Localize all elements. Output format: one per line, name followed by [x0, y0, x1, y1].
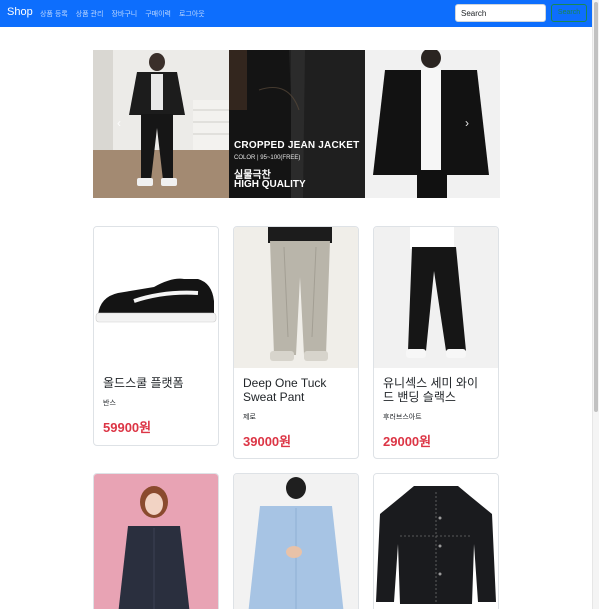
carousel-caption-title: CROPPED JEAN JACKET: [234, 140, 360, 151]
search-input[interactable]: [455, 4, 546, 22]
carousel-image-1: [93, 50, 229, 198]
product-image[interactable]: [374, 474, 498, 609]
product-image[interactable]: [94, 474, 218, 609]
product-image[interactable]: [234, 474, 358, 609]
nav-link-cart[interactable]: 장바구니: [111, 9, 137, 19]
product-card[interactable]: Deep One Tuck Sweat Pant 제로 39000원: [233, 226, 359, 459]
product-price: 39000원: [243, 434, 292, 449]
product-name[interactable]: 유니섹스 세미 와이드 밴딩 슬랙스: [383, 376, 489, 404]
product-brand: 후러브스아트: [383, 414, 422, 421]
search-button[interactable]: Search: [551, 4, 587, 22]
nav-link-purchase-history[interactable]: 구매이력: [145, 9, 171, 19]
product-card[interactable]: [373, 473, 499, 609]
product-name[interactable]: Deep One Tuck Sweat Pant: [243, 376, 349, 404]
scrollbar-thumb[interactable]: [594, 2, 598, 412]
nav-links: 상품 등록 상품 관리 장바구니 구매이력 로그아웃: [40, 9, 205, 19]
carousel-caption-subtitle: COLOR | 95~100(FREE): [234, 155, 301, 161]
product-image[interactable]: [374, 227, 498, 368]
product-image[interactable]: [94, 227, 218, 368]
product-brand: 반스: [103, 400, 116, 407]
navbar: Shop 상품 등록 상품 관리 장바구니 구매이력 로그아웃 Search: [0, 0, 599, 27]
product-price: 59900원: [103, 420, 152, 435]
carousel: ‹ › CROPPED JEAN JACKET COLOR | 95~100(F…: [93, 50, 500, 198]
product-brand: 제로: [243, 414, 256, 421]
chevron-left-icon[interactable]: ‹: [117, 116, 121, 130]
product-image[interactable]: [234, 227, 358, 368]
product-card[interactable]: 유니섹스 세미 와이드 밴딩 슬랙스 후러브스아트 29000원: [373, 226, 499, 459]
nav-link-product-register[interactable]: 상품 등록: [40, 9, 68, 19]
product-card[interactable]: [93, 473, 219, 609]
navbar-brand[interactable]: Shop: [7, 6, 33, 18]
product-card[interactable]: [233, 473, 359, 609]
chevron-right-icon[interactable]: ›: [465, 116, 469, 130]
product-card[interactable]: 올드스쿨 플랫폼 반스 59900원: [93, 226, 219, 446]
carousel-image-3: [365, 50, 500, 198]
nav-link-logout[interactable]: 로그아웃: [179, 9, 205, 19]
nav-link-product-manage[interactable]: 상품 관리: [76, 9, 104, 19]
product-price: 29000원: [383, 434, 432, 449]
carousel-caption-tagline-en: HIGH QUALITY: [234, 179, 306, 190]
product-name[interactable]: 올드스쿨 플랫폼: [103, 376, 209, 390]
